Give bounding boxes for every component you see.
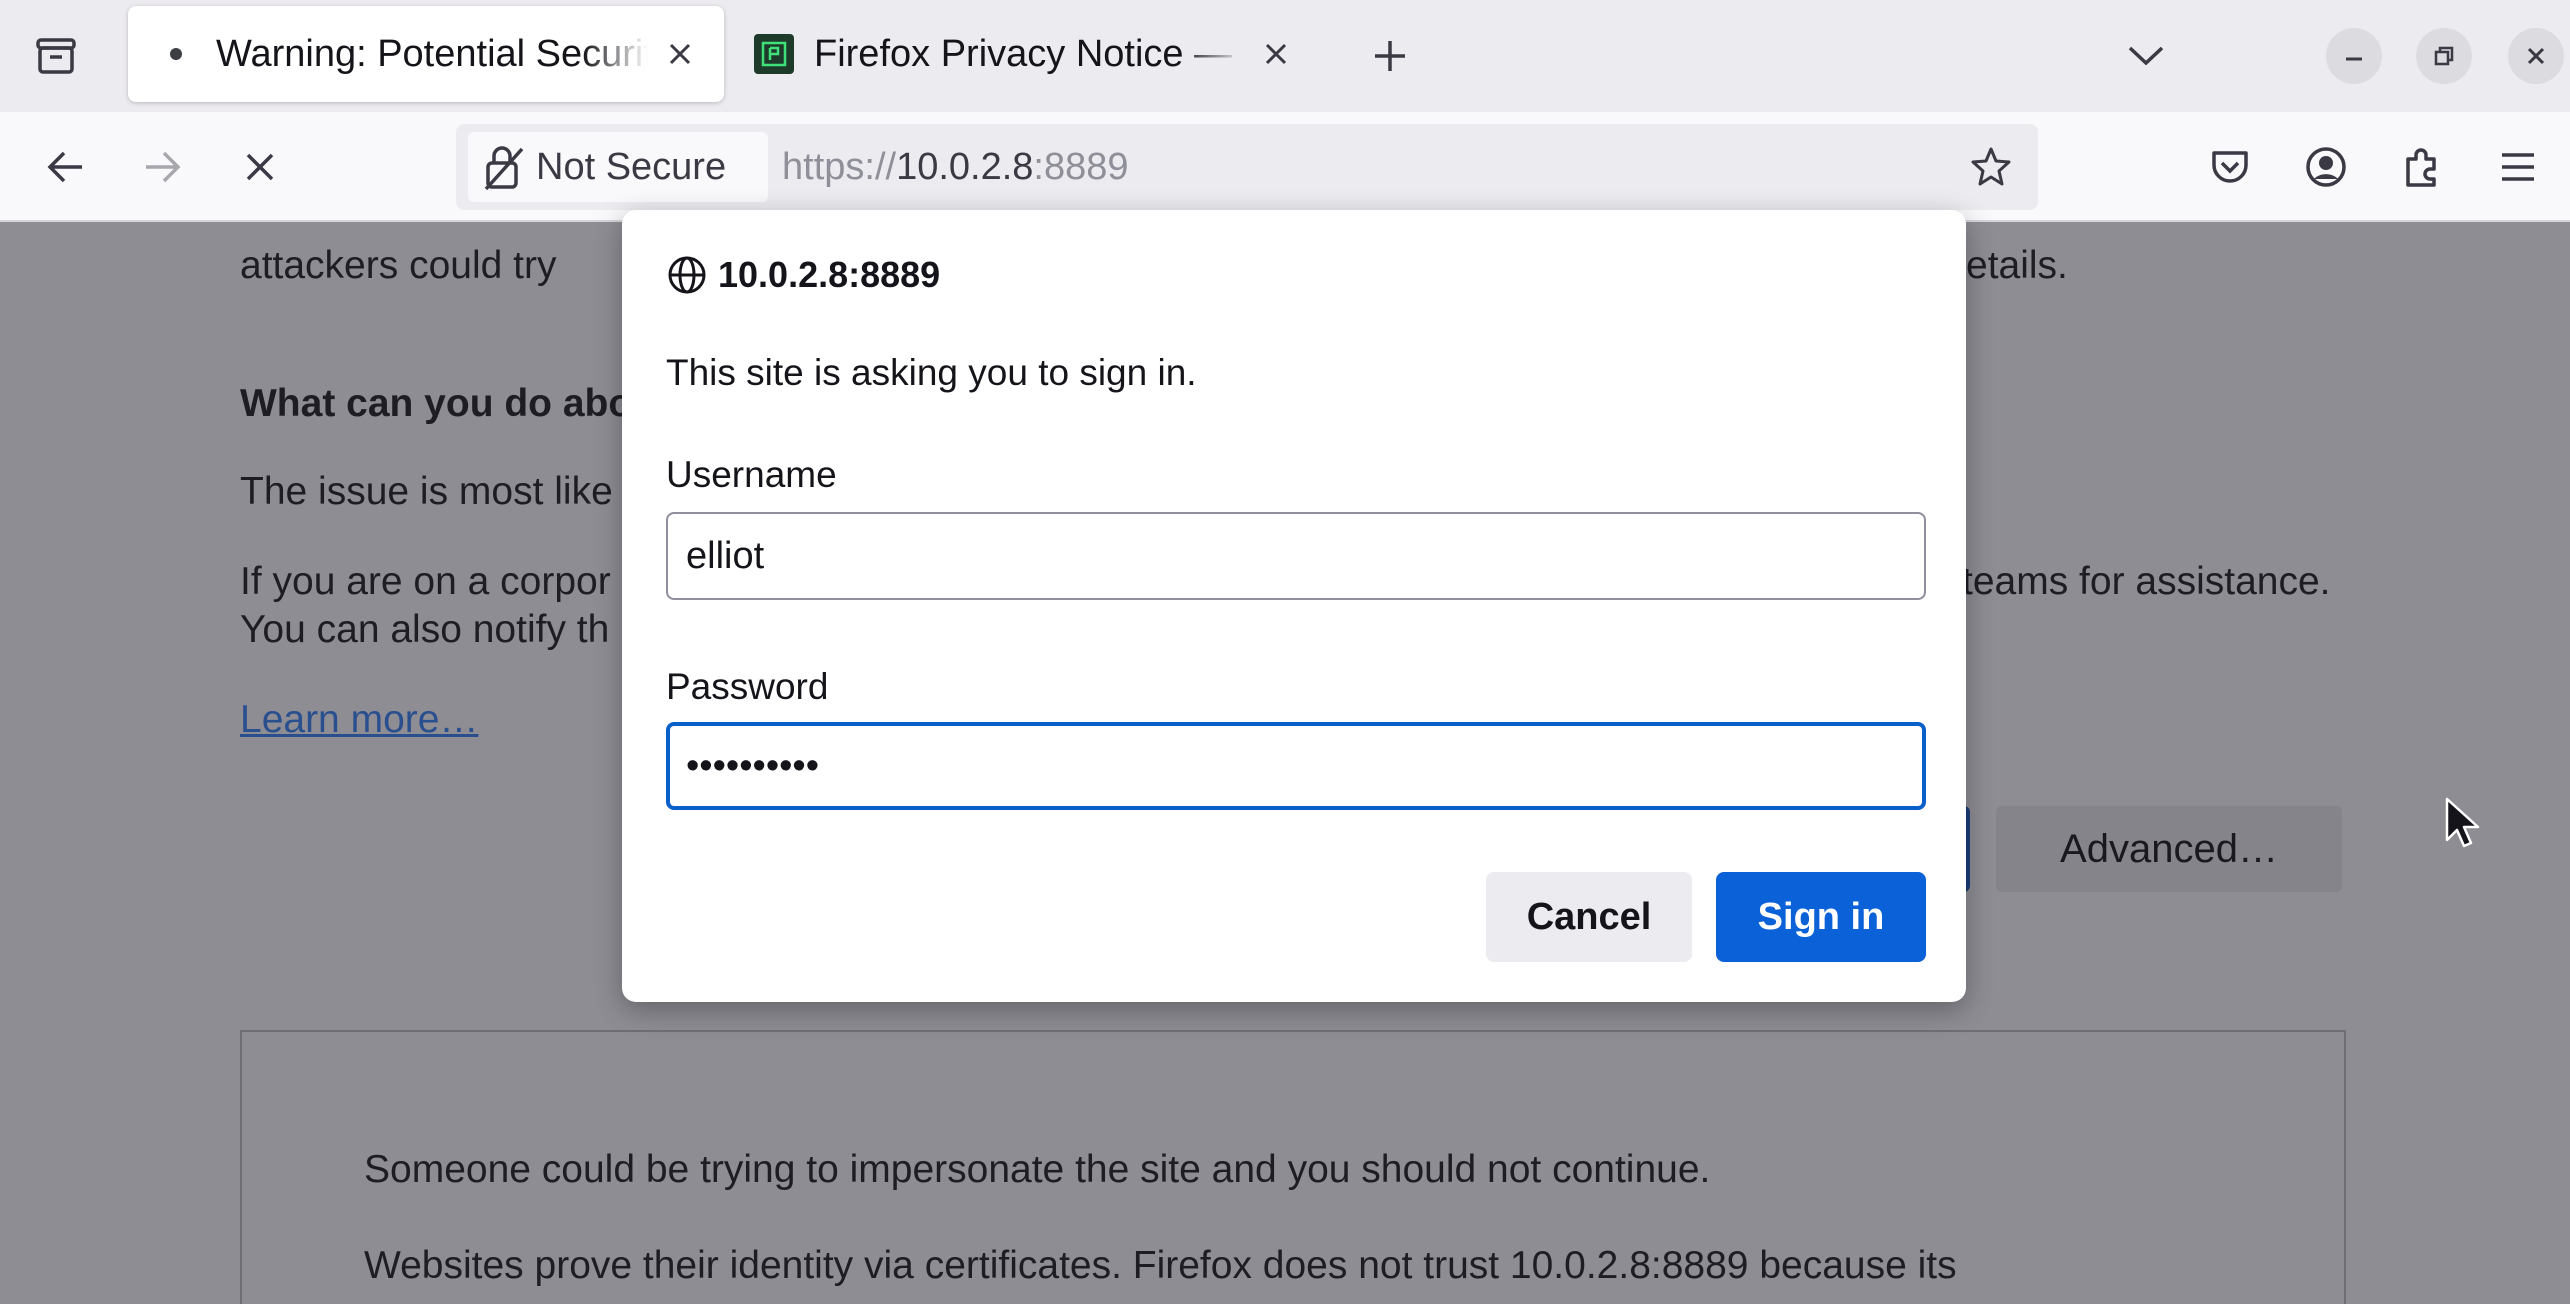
close-tab-button[interactable] xyxy=(1254,32,1298,76)
close-tab-button[interactable] xyxy=(658,32,702,76)
site-identity-button[interactable]: Not Secure xyxy=(468,132,768,202)
arrow-left-icon xyxy=(47,151,82,183)
firefox-view-button[interactable] xyxy=(22,26,90,86)
tab-strip: Warning: Potential Security Risk Ahead F… xyxy=(0,0,2570,112)
star-icon xyxy=(1971,147,2011,186)
mozilla-favicon-icon xyxy=(754,34,794,74)
list-all-tabs-button[interactable] xyxy=(2116,26,2176,86)
what-can-you-do-heading: What can you do abo xyxy=(240,382,633,425)
url-port: :8889 xyxy=(1033,145,1129,188)
new-tab-button[interactable] xyxy=(1360,26,1420,86)
url-text[interactable]: https://10.0.2.8:8889 xyxy=(782,124,1129,210)
stop-icon xyxy=(246,153,274,181)
loading-indicator-icon xyxy=(170,48,182,60)
tab-label: Firefox Privacy Notice — Mozilla xyxy=(814,32,1244,75)
globe-icon xyxy=(668,256,706,294)
tab-security-warning[interactable]: Warning: Potential Security Risk Ahead xyxy=(128,6,724,102)
error-text-line: etails. xyxy=(1966,244,2068,287)
certificate-explanation-text: Websites prove their identity via certif… xyxy=(364,1244,1957,1287)
minimize-button[interactable] xyxy=(2326,28,2382,84)
pocket-icon xyxy=(2212,151,2248,183)
close-icon xyxy=(1265,43,1287,65)
close-window-button[interactable] xyxy=(2508,28,2564,84)
advanced-details-panel: Someone could be trying to impersonate t… xyxy=(240,1030,2346,1304)
restore-icon xyxy=(2434,46,2454,66)
account-icon xyxy=(2306,147,2346,187)
password-field[interactable] xyxy=(666,722,1926,810)
corporate-network-text: teams for assistance. xyxy=(1962,560,2331,603)
stop-button[interactable] xyxy=(228,135,292,199)
username-label: Username xyxy=(666,454,837,495)
dialog-message: This site is asking you to sign in. xyxy=(666,352,1197,393)
navigation-toolbar: Not Secure https://10.0.2.8:8889 xyxy=(0,112,2570,222)
advanced-button[interactable]: Advanced… xyxy=(1996,806,2342,892)
close-icon xyxy=(669,43,691,65)
close-icon xyxy=(2527,47,2545,65)
username-field[interactable] xyxy=(666,512,1926,600)
minimize-icon xyxy=(2346,57,2362,61)
pocket-button[interactable] xyxy=(2198,135,2262,199)
error-text-line: attackers could try xyxy=(240,244,557,287)
arrow-right-icon xyxy=(146,151,181,183)
account-button[interactable] xyxy=(2294,135,2358,199)
tab-privacy-notice[interactable]: Firefox Privacy Notice — Mozilla xyxy=(740,6,1320,102)
mouse-cursor-icon xyxy=(2445,797,2480,848)
restore-button[interactable] xyxy=(2416,28,2472,84)
sign-in-dialog: 10.0.2.8:8889 This site is asking you to… xyxy=(622,210,1966,1002)
puzzle-piece-icon xyxy=(2406,148,2436,187)
corporate-network-text: If you are on a corpor xyxy=(240,560,611,603)
firefox-view-icon xyxy=(36,38,76,74)
issue-text: The issue is most like xyxy=(240,470,613,513)
hamburger-menu-icon xyxy=(2502,153,2534,181)
url-host: 10.0.2.8 xyxy=(896,145,1034,188)
impersonation-warning-text: Someone could be trying to impersonate t… xyxy=(364,1148,1711,1191)
dialog-origin-text: 10.0.2.8:8889 xyxy=(718,254,941,295)
url-scheme: https:// xyxy=(782,145,897,188)
learn-more-link[interactable]: Learn more… xyxy=(240,698,478,742)
bookmark-button[interactable] xyxy=(1966,142,2016,192)
insecure-lock-icon xyxy=(484,146,524,191)
url-bar[interactable]: Not Secure https://10.0.2.8:8889 xyxy=(456,124,2038,210)
dialog-origin: 10.0.2.8:8889 xyxy=(666,254,940,296)
notify-text: You can also notify th xyxy=(240,608,610,651)
app-menu-button[interactable] xyxy=(2486,135,2550,199)
plus-icon xyxy=(1375,41,1405,71)
sign-in-button[interactable]: Sign in xyxy=(1716,872,1926,962)
forward-button[interactable] xyxy=(130,135,194,199)
password-label: Password xyxy=(666,666,829,707)
extensions-button[interactable] xyxy=(2390,135,2454,199)
not-secure-label: Not Secure xyxy=(536,145,727,188)
chevron-down-icon xyxy=(2128,46,2164,66)
tab-label: Warning: Potential Security Risk Ahead xyxy=(216,32,648,75)
back-button[interactable] xyxy=(34,135,98,199)
cancel-button[interactable]: Cancel xyxy=(1486,872,1692,962)
